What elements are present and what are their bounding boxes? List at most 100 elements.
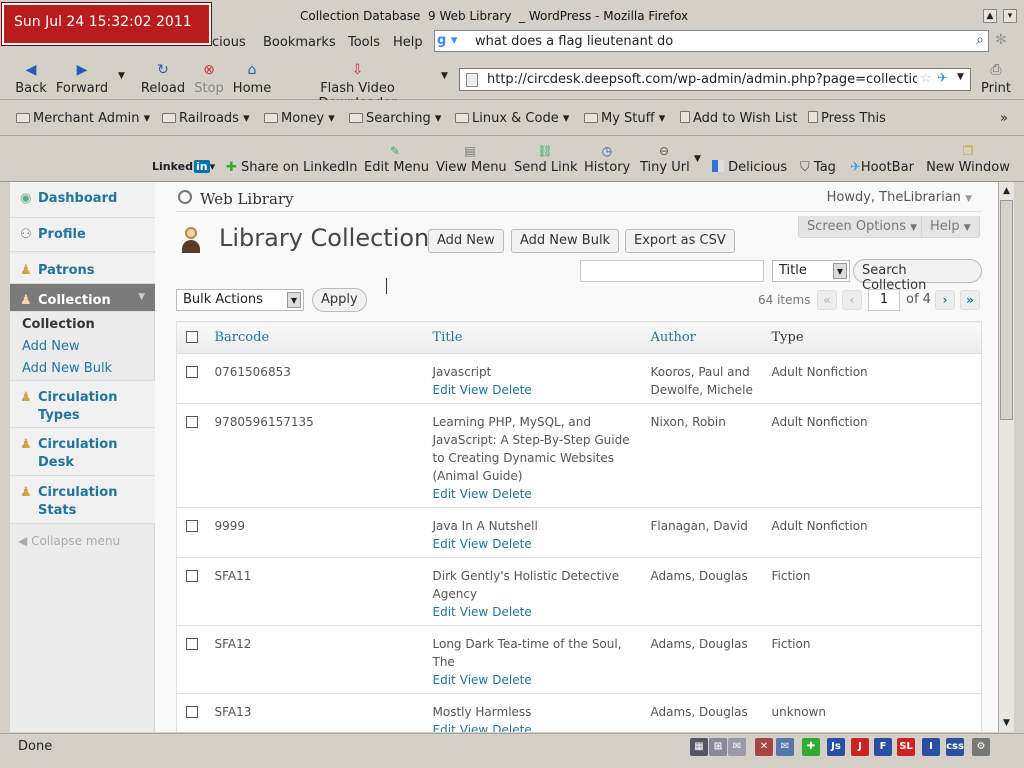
delete-link[interactable]: Delete [492, 383, 531, 397]
menu-help[interactable]: Help [393, 35, 423, 50]
search-field-select[interactable]: Title ▼ [772, 260, 850, 282]
bookmark-merchant-admin[interactable]: Merchant Admin ▾ [16, 111, 150, 126]
tag-button[interactable]: ⛉ Tag [800, 160, 836, 175]
url-bar[interactable]: http://circdesk.deepsoft.com/wp-admin/ad… [459, 68, 971, 91]
css-icon[interactable]: css [946, 738, 964, 756]
edit-link[interactable]: Edit [433, 487, 456, 501]
next-page-button[interactable]: › [935, 290, 955, 310]
edit-link[interactable]: Edit [433, 673, 456, 687]
silverlight-icon[interactable]: SL [897, 738, 915, 756]
blocked-icon[interactable]: ✕ [755, 738, 773, 756]
scrollbar-thumb[interactable] [1000, 200, 1013, 420]
tiny-url-dropdown-icon[interactable]: ▼ [694, 154, 701, 164]
sidebar-item-circulation-desk[interactable]: ♟ Circulation Desk [10, 428, 155, 476]
bookmark-add-to-wish-list[interactable]: Add to Wish List [680, 111, 798, 126]
history-button[interactable]: ◷ History [584, 144, 630, 175]
share-on-linkedin-button[interactable]: ✚ Share on LinkedIn [226, 160, 358, 175]
vertical-scrollbar[interactable]: ▲ ▼ [998, 182, 1014, 732]
export-csv-button[interactable]: Export as CSV [625, 229, 735, 253]
view-link[interactable]: View [460, 537, 488, 551]
delete-link[interactable]: Delete [492, 487, 531, 501]
sidebar-item-profile[interactable]: ⚇ Profile [10, 218, 155, 252]
add-new-bulk-button[interactable]: Add New Bulk [511, 229, 620, 253]
bookmark-linux-code[interactable]: Linux & Code ▾ [455, 111, 569, 126]
view-link[interactable]: View [460, 487, 488, 501]
send-link-button[interactable]: ⛓ Send Link [514, 144, 578, 175]
star-icon[interactable]: ☆ [920, 71, 932, 86]
search-input[interactable] [580, 260, 764, 282]
help-button[interactable]: Help ▼ [921, 216, 980, 238]
reload-button[interactable]: ↻ Reload [140, 62, 186, 96]
apply-button[interactable]: Apply [312, 288, 367, 312]
edit-menu-button[interactable]: ✎ Edit Menu [364, 144, 429, 175]
row-checkbox[interactable] [186, 416, 198, 428]
view-link[interactable]: View [460, 383, 488, 397]
delete-link[interactable]: Delete [492, 723, 531, 732]
row-checkbox[interactable] [186, 706, 198, 718]
column-barcode[interactable]: Barcode [208, 321, 427, 354]
prev-page-button[interactable]: ‹ [842, 290, 862, 310]
bulk-actions-select[interactable]: Bulk Actions ▼ [176, 289, 304, 311]
sidebar-sub-collection[interactable]: Collection [22, 317, 95, 332]
stop-button[interactable]: ⊗ Stop [192, 62, 226, 96]
delete-link[interactable]: Delete [492, 673, 531, 687]
bookmark-money[interactable]: Money ▾ [264, 111, 335, 126]
sidebar-item-circulation-stats[interactable]: ♟ Circulation Stats [10, 476, 155, 524]
row-checkbox[interactable] [186, 638, 198, 650]
bookmark-searching[interactable]: Searching ▾ [349, 111, 441, 126]
edit-link[interactable]: Edit [433, 537, 456, 551]
twitter-icon[interactable]: ✈ [937, 71, 948, 86]
scroll-down-icon[interactable]: ▼ [1000, 715, 1013, 731]
inbox-icon[interactable]: ✉ [776, 738, 794, 756]
menu-bookmarks[interactable]: Bookmarks [263, 35, 336, 50]
window-close-button[interactable]: ▾ [1003, 9, 1017, 23]
print-button[interactable]: ⎙ Print [980, 62, 1012, 96]
delete-link[interactable]: Delete [492, 537, 531, 551]
search-icon[interactable]: ⌕ [976, 32, 984, 48]
sidebar-item-dashboard[interactable]: ◉ Dashboard [10, 182, 155, 218]
last-page-button[interactable]: » [960, 290, 980, 310]
home-button[interactable]: ⌂ Home [231, 62, 273, 96]
hootbar-button[interactable]: ✈HootBar [850, 160, 914, 175]
mail-icon[interactable]: ✉ [728, 738, 746, 756]
tiny-url-button[interactable]: ⊖ Tiny Url [640, 144, 690, 175]
column-title[interactable]: Title [426, 321, 645, 354]
sidebar-sub-add-new[interactable]: Add New [22, 339, 80, 354]
add-new-button[interactable]: Add New [428, 229, 504, 253]
sidebar-item-circulation-types[interactable]: ♟ Circulation Types [10, 380, 155, 428]
bookmarks-overflow-icon[interactable]: » [1000, 111, 1008, 126]
column-author[interactable]: Author [644, 321, 766, 354]
settings-icon[interactable]: ⚙ [972, 738, 990, 756]
java-icon[interactable]: J [851, 738, 869, 756]
url-dropdown-icon[interactable]: ▼ [957, 72, 964, 82]
back-button[interactable]: ◀ Back [12, 62, 50, 96]
view-link[interactable]: View [460, 723, 488, 732]
menu-history[interactable]: cious [212, 35, 246, 50]
delicious-button[interactable]: Delicious [712, 160, 787, 175]
edit-link[interactable]: Edit [433, 605, 456, 619]
delete-link[interactable]: Delete [492, 605, 531, 619]
search-collection-button[interactable]: Search Collection [853, 259, 982, 293]
flash-dropdown-icon[interactable]: ▼ [441, 71, 448, 81]
browser-search-value[interactable]: what does a flag lieutenant do [475, 34, 673, 49]
view-menu-button[interactable]: ▤ View Menu [436, 144, 507, 175]
site-title[interactable]: Web Library [200, 190, 294, 208]
row-checkbox[interactable] [186, 366, 198, 378]
google-icon[interactable]: g ▾ [437, 33, 463, 49]
history-dropdown-icon[interactable]: ▼ [118, 71, 125, 81]
new-window-button[interactable]: ❐ New Window [926, 144, 1010, 175]
row-checkbox[interactable] [186, 570, 198, 582]
user-menu[interactable]: Howdy, TheLibrarian ▼ [827, 190, 972, 205]
flash-icon[interactable]: F [874, 738, 892, 756]
bookmark-press-this[interactable]: Press This [808, 111, 886, 126]
sidebar-sub-add-new-bulk[interactable]: Add New Bulk [22, 361, 112, 376]
edit-link[interactable]: Edit [433, 383, 456, 397]
bookmark-my-stuff[interactable]: My Stuff ▾ [584, 111, 665, 126]
url-value[interactable]: http://circdesk.deepsoft.com/wp-admin/ad… [487, 72, 917, 87]
scroll-up-icon[interactable]: ▲ [1000, 183, 1013, 199]
images-icon[interactable]: I [922, 738, 940, 756]
current-page-input[interactable]: 1 [868, 289, 900, 311]
first-page-button[interactable]: « [817, 290, 837, 310]
view-link[interactable]: View [460, 605, 488, 619]
edit-link[interactable]: Edit [433, 723, 456, 732]
